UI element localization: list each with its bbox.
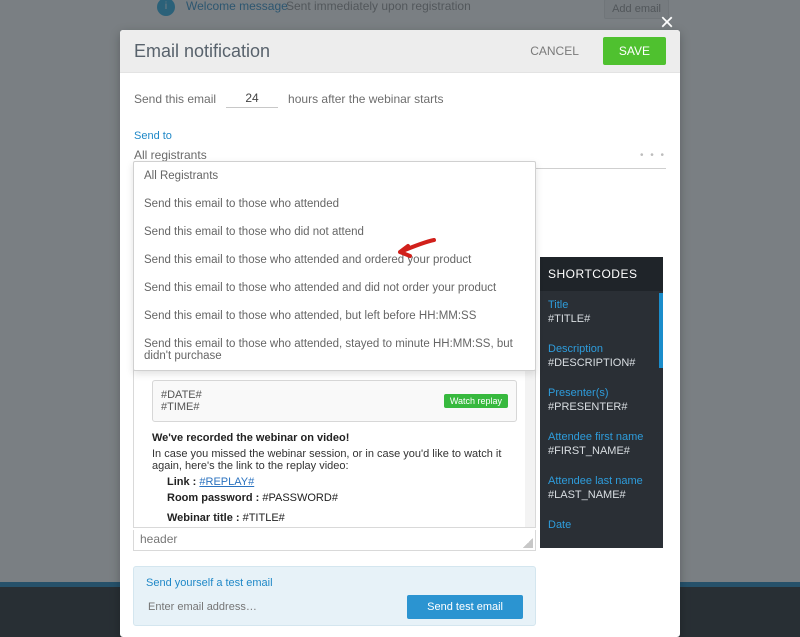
room-password-row: Room password : #PASSWORD# <box>166 492 517 504</box>
sc-key: Attendee last name <box>548 475 655 487</box>
sc-key: Attendee first name <box>548 431 655 443</box>
sc-key: Title <box>548 299 655 311</box>
sc-key: Description <box>548 343 655 355</box>
send-to-dropdown[interactable]: All Registrants Send this email to those… <box>133 161 536 371</box>
sc-key: Presenter(s) <box>548 387 655 399</box>
dropdown-option[interactable]: Send this email to those who attended an… <box>134 274 535 302</box>
replay-link-row: Link : #REPLAY# <box>166 476 517 488</box>
send-to-label: Send to <box>134 130 666 142</box>
cancel-button[interactable]: CANCEL <box>514 37 595 65</box>
webinar-title-token: #TITLE# <box>243 512 285 524</box>
test-email-label: Send yourself a test email <box>146 577 523 589</box>
dropdown-option[interactable]: All Registrants <box>134 162 535 190</box>
preview-paragraph: In case you missed the webinar session, … <box>152 448 517 472</box>
save-button[interactable]: SAVE <box>603 37 666 65</box>
password-token: #PASSWORD# <box>262 492 338 504</box>
panel-accent <box>659 293 663 368</box>
element-path-bar[interactable]: header <box>133 530 536 551</box>
date-time-box: #DATE# #TIME# Watch replay <box>152 380 517 422</box>
send-to-value: All registrants <box>134 148 207 162</box>
sc-val[interactable]: #DESCRIPTION# <box>548 357 655 369</box>
sc-val[interactable]: #TITLE# <box>548 313 655 325</box>
webinar-title-row: Webinar title : #TITLE# <box>166 512 517 524</box>
test-email-input[interactable] <box>146 600 399 614</box>
resize-handle-icon[interactable] <box>523 538 533 548</box>
time-token: #TIME# <box>161 401 202 413</box>
modal-header: Email notification CANCEL SAVE <box>120 30 680 73</box>
recorded-heading: We've recorded the webinar on video! <box>152 432 517 444</box>
dropdown-option[interactable]: Send this email to those who did not att… <box>134 218 535 246</box>
dropdown-option[interactable]: Send this email to those who attended, b… <box>134 302 535 330</box>
shortcodes-heading: SHORTCODES <box>540 257 663 291</box>
hours-input[interactable] <box>226 89 278 108</box>
test-email-card: Send yourself a test email Send test ema… <box>133 566 536 626</box>
send-timing-row: Send this email hours after the webinar … <box>134 89 666 108</box>
dropdown-option[interactable]: Send this email to those who attended an… <box>134 246 535 274</box>
dropdown-option[interactable]: Send this email to those who attended <box>134 190 535 218</box>
watch-replay-button[interactable]: Watch replay <box>444 394 508 408</box>
sc-key: Date <box>548 519 655 531</box>
send-label: Send this email <box>134 92 216 106</box>
dropdown-option[interactable]: Send this email to those who attended, s… <box>134 330 535 370</box>
replay-link[interactable]: #REPLAY# <box>199 476 254 488</box>
webinar-title-label: Webinar title : <box>167 512 243 524</box>
element-path-text: header <box>140 532 177 546</box>
shortcodes-panel: SHORTCODES Title #TITLE# Description #DESC… <box>540 257 663 548</box>
sc-val[interactable]: #PRESENTER# <box>548 401 655 413</box>
date-token: #DATE# <box>161 389 202 401</box>
sc-val[interactable]: #LAST_NAME# <box>548 489 655 501</box>
send-test-email-button[interactable]: Send test email <box>407 595 523 619</box>
modal-title: Email notification <box>134 41 514 62</box>
hours-suffix: hours after the webinar starts <box>288 92 443 106</box>
link-label: Link : <box>167 476 199 488</box>
sc-val[interactable]: #FIRST_NAME# <box>548 445 655 457</box>
annotation-arrow-icon <box>394 238 438 264</box>
room-label: Room password : <box>167 492 262 504</box>
more-icon[interactable]: • • • <box>640 150 666 161</box>
